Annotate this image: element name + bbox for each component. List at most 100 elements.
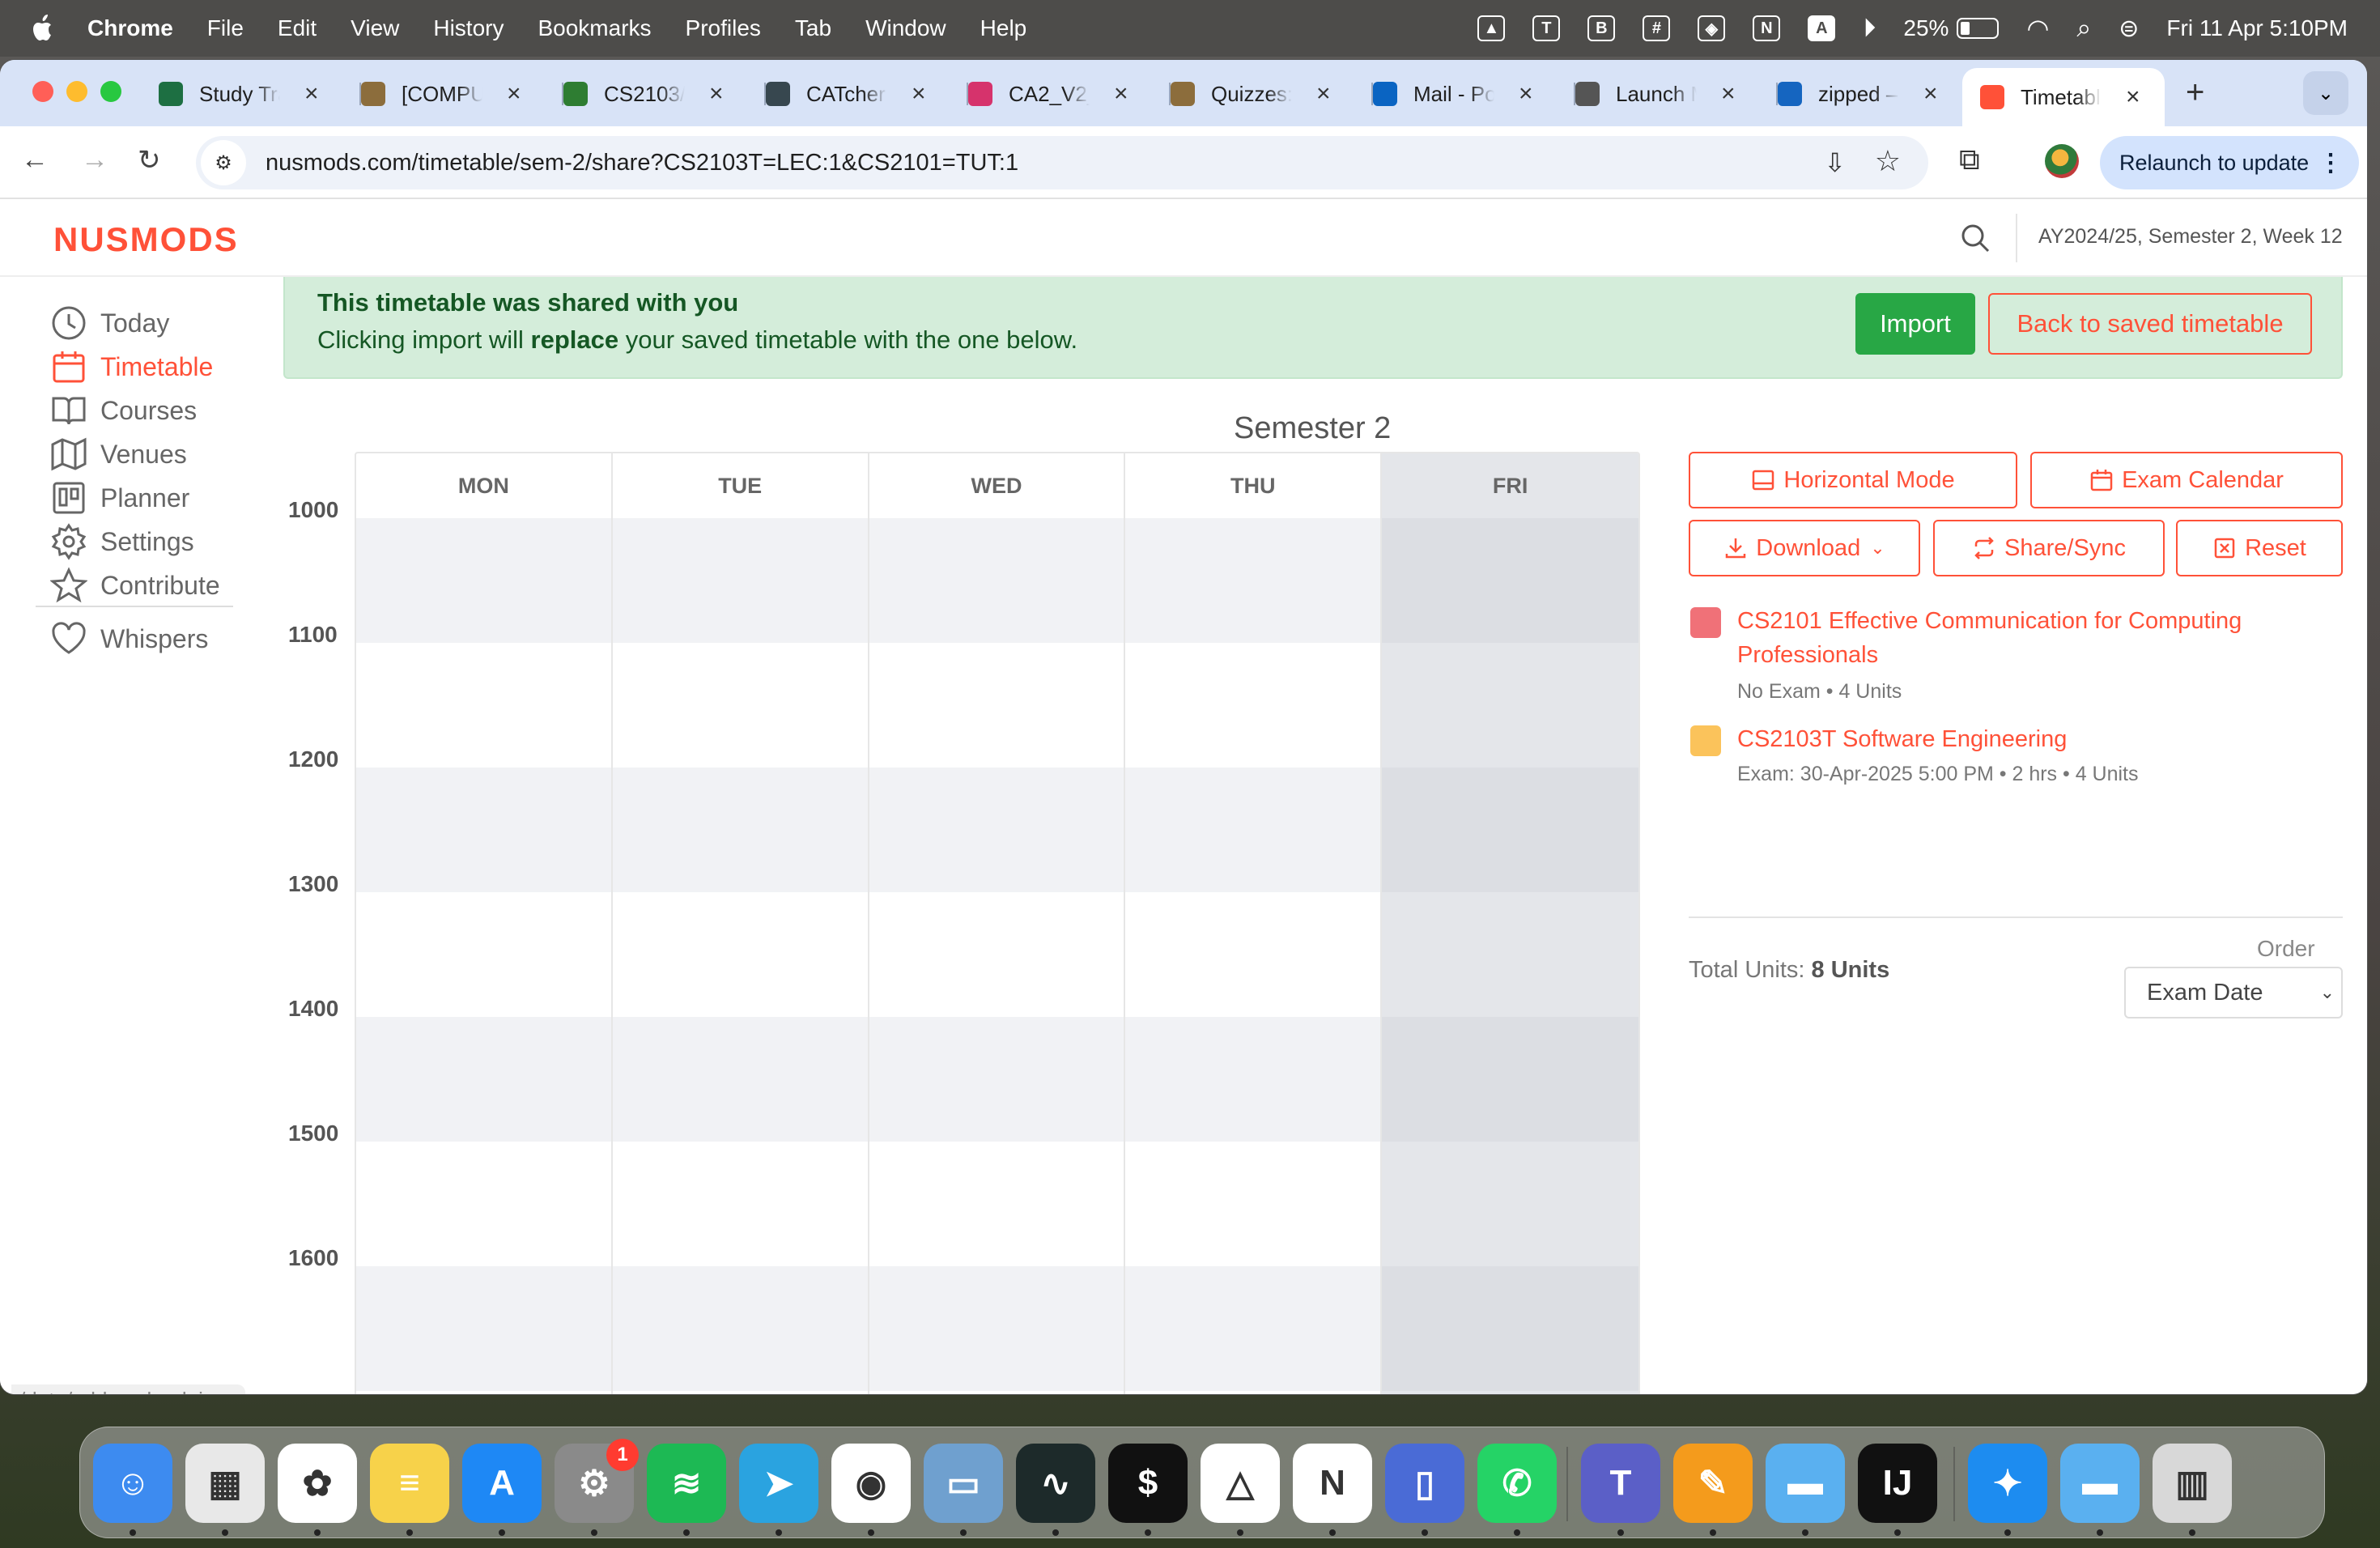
close-tab-icon[interactable]: ×	[912, 80, 926, 108]
downloads-folder-icon[interactable]: ▬	[2060, 1444, 2140, 1523]
teams-icon[interactable]: T	[1581, 1444, 1660, 1523]
share-sync-button[interactable]: Share/Sync	[1933, 520, 2165, 576]
nusmods-logo[interactable]: NUSMODS	[53, 220, 239, 259]
google-drive-icon[interactable]: △	[1201, 1444, 1280, 1523]
url-text[interactable]: nusmods.com/timetable/sem-2/share?CS2103…	[266, 150, 1018, 176]
bookmark-star-icon[interactable]: ☆	[1875, 144, 1901, 178]
menu-window[interactable]: Window	[865, 15, 946, 41]
pages-icon[interactable]: ✎	[1673, 1444, 1753, 1523]
tab-10[interactable]: Timetable ×	[1962, 68, 2165, 126]
preview-icon[interactable]: ▭	[924, 1444, 1003, 1523]
new-tab-button[interactable]: +	[2186, 74, 2204, 111]
input-source-icon[interactable]: A	[1808, 15, 1836, 41]
menu-app-name[interactable]: Chrome	[87, 15, 173, 41]
sidebar-item-whispers[interactable]: Whispers	[50, 620, 208, 657]
bartender-status-icon[interactable]: B	[1587, 15, 1616, 41]
teams-status-icon[interactable]: T	[1532, 15, 1561, 41]
extensions-icon[interactable]: ⧉	[1959, 142, 1980, 177]
close-tab-icon[interactable]: ×	[1316, 80, 1331, 108]
sidebar-item-today[interactable]: Today	[50, 304, 169, 342]
download-button[interactable]: Download ⌄	[1689, 520, 1920, 576]
module-color-swatch[interactable]	[1690, 607, 1721, 638]
photos-icon[interactable]: ✿	[278, 1444, 357, 1523]
system-settings-icon[interactable]: ⚙ 1	[555, 1439, 639, 1523]
close-tab-icon[interactable]: ×	[1923, 80, 1938, 108]
tab-7[interactable]: Mail - Po ×	[1373, 71, 1575, 117]
menu-file[interactable]: File	[207, 15, 244, 41]
menu-help[interactable]: Help	[980, 15, 1027, 41]
tab-2[interactable]: [COMPUL ×	[361, 71, 563, 117]
launchpad-icon[interactable]: ▦	[185, 1444, 265, 1523]
search-icon[interactable]	[1959, 222, 1991, 254]
address-bar[interactable]: ⚙ nusmods.com/timetable/sem-2/share?CS21…	[196, 136, 1928, 189]
menu-history[interactable]: History	[433, 15, 504, 41]
folder-icon[interactable]: ▬	[1766, 1444, 1845, 1523]
notion-status-icon[interactable]: N	[1753, 15, 1781, 41]
wifi-icon[interactable]: ◠	[2026, 13, 2049, 44]
spotlight-search-icon[interactable]: ⌕	[2076, 13, 2091, 44]
menu-edit[interactable]: Edit	[278, 15, 317, 41]
telegram-icon[interactable]: ➤	[739, 1444, 818, 1523]
control-center-icon[interactable]: ⊜	[2119, 15, 2139, 43]
chrome-icon[interactable]: ◉	[831, 1444, 911, 1523]
menu-clock[interactable]: Fri 11 Apr 5:10PM	[2166, 15, 2348, 41]
profile-avatar[interactable]	[2045, 144, 2079, 178]
more-menu-icon[interactable]: ⋮	[2318, 149, 2343, 177]
close-tab-icon[interactable]: ×	[1519, 80, 1533, 108]
safari-icon[interactable]: ✦	[1968, 1444, 2047, 1523]
tab-6[interactable]: Quizzes: (×	[1171, 71, 1373, 117]
sidebar-item-settings[interactable]: Settings	[50, 523, 194, 560]
horizontal-mode-button[interactable]: Horizontal Mode	[1689, 452, 2017, 508]
module-color-swatch[interactable]	[1690, 725, 1721, 756]
forward-button[interactable]: →	[81, 144, 108, 176]
zoom-window-button[interactable]	[100, 81, 121, 102]
install-app-icon[interactable]: ⇩	[1824, 147, 1846, 178]
reload-button[interactable]: ↻	[138, 144, 161, 176]
import-button[interactable]: Import	[1855, 293, 1975, 355]
terminal-icon[interactable]: $	[1108, 1444, 1188, 1523]
exam-calendar-button[interactable]: Exam Calendar	[2030, 452, 2343, 508]
tab-3[interactable]: CS2103/T ×	[563, 71, 766, 117]
battery-indicator[interactable]: 25%	[1903, 15, 2000, 41]
order-select[interactable]: Exam Date ⌄	[2124, 967, 2343, 1019]
close-tab-icon[interactable]: ×	[2126, 83, 2140, 111]
tab-8[interactable]: Launch M ×	[1575, 71, 1778, 117]
minimize-window-button[interactable]	[66, 81, 87, 102]
close-tab-icon[interactable]: ×	[1114, 80, 1128, 108]
app-store-icon[interactable]: A	[462, 1444, 542, 1523]
close-tab-icon[interactable]: ×	[1721, 80, 1736, 108]
tab-5[interactable]: CA2_V2_ ×	[968, 71, 1171, 117]
whatsapp-icon[interactable]: ✆	[1477, 1444, 1557, 1523]
intellij-icon[interactable]: IJ	[1858, 1444, 1937, 1523]
menu-profiles[interactable]: Profiles	[686, 15, 761, 41]
close-tab-icon[interactable]: ×	[507, 80, 521, 108]
back-button[interactable]: ←	[21, 144, 49, 176]
relaunch-button[interactable]: Relaunch to update ⋮	[2100, 136, 2359, 189]
apple-menu-icon[interactable]	[29, 12, 57, 45]
sidebar-item-venues[interactable]: Venues	[50, 436, 187, 473]
module-title-link[interactable]: CS2101 Effective Communication for Compu…	[1737, 604, 2320, 672]
reset-button[interactable]: Reset	[2176, 520, 2343, 576]
day-column-fri[interactable]	[1382, 518, 1638, 1394]
close-window-button[interactable]	[32, 81, 53, 102]
back-to-saved-timetable-button[interactable]: Back to saved timetable	[1988, 293, 2312, 355]
sidebar-item-courses[interactable]: Courses	[50, 392, 197, 429]
grid-status-icon[interactable]: #	[1643, 15, 1671, 41]
spotify-icon[interactable]: ≋	[647, 1444, 726, 1523]
sidebar-item-contribute[interactable]: Contribute	[50, 567, 220, 604]
sidebar-item-planner[interactable]: Planner	[50, 479, 189, 517]
notion-icon[interactable]: N	[1293, 1444, 1372, 1523]
activity-monitor-icon[interactable]: ∿	[1016, 1444, 1095, 1523]
trash-icon[interactable]: ▥	[2153, 1444, 2232, 1523]
menu-tab[interactable]: Tab	[795, 15, 831, 41]
play-status-icon[interactable]: ⏵	[1863, 13, 1876, 44]
vpn-status-icon[interactable]: ◈	[1698, 15, 1726, 41]
site-info-icon[interactable]: ⚙	[201, 140, 246, 185]
tab-9[interactable]: zipped – I ×	[1778, 71, 1964, 117]
tab-search-button[interactable]: ⌄	[2303, 71, 2348, 115]
drive-status-icon[interactable]: ▲	[1477, 15, 1506, 41]
close-tab-icon[interactable]: ×	[304, 80, 319, 108]
finder-icon[interactable]: ☺	[93, 1444, 172, 1523]
notes-icon[interactable]: ≡	[370, 1444, 449, 1523]
sidebar-item-timetable[interactable]: Timetable	[50, 348, 213, 385]
